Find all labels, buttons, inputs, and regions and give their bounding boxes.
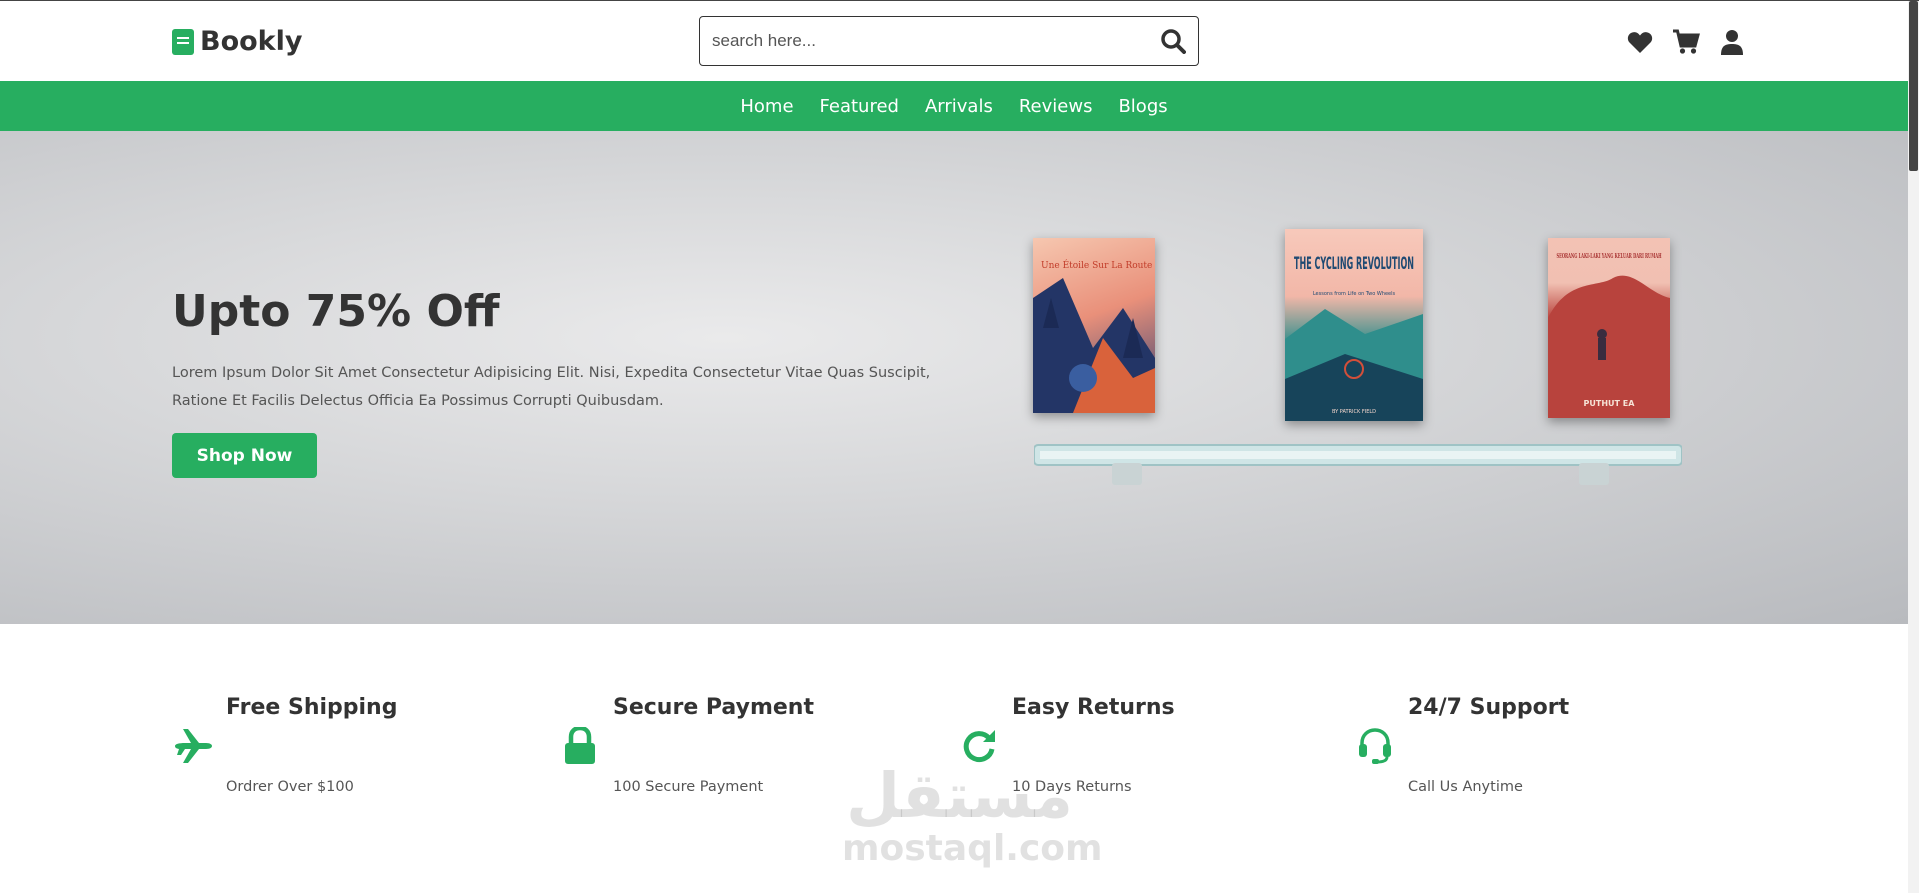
book-3-author: PUTHUT EA	[1584, 399, 1636, 408]
feature-subtitle: Ordrer Over $100	[226, 779, 354, 795]
watermark-logo: مستقل mostaql.com	[842, 759, 1103, 869]
main-nav: Home Featured Arrivals Reviews Blogs	[0, 81, 1908, 131]
cart-icon[interactable]	[1672, 28, 1700, 56]
feature-title: Secure Payment	[613, 695, 814, 720]
book-2-author: BY PATRICK FIELD	[1332, 409, 1376, 415]
search-input[interactable]	[700, 17, 1148, 65]
book-cover-1[interactable]: Une Étoile Sur La Route	[1033, 238, 1155, 413]
site-header: Bookly	[0, 1, 1908, 81]
headset-icon	[1354, 725, 1396, 767]
search-icon[interactable]	[1148, 16, 1198, 66]
book-2-title: THE CYCLING REVOLUTION	[1294, 254, 1414, 274]
nav-item-blogs[interactable]: Blogs	[1118, 96, 1167, 117]
feature-subtitle: Call Us Anytime	[1408, 779, 1523, 795]
feature-title: Easy Returns	[1012, 695, 1175, 720]
nav-item-arrivals[interactable]: Arrivals	[925, 96, 993, 117]
brand-name: Bookly	[200, 26, 303, 57]
nav-item-reviews[interactable]: Reviews	[1019, 96, 1093, 117]
glass-shelf	[1034, 444, 1682, 485]
feature-title: Free Shipping	[226, 695, 398, 720]
lock-icon	[559, 725, 601, 767]
book-1-title: Une Étoile Sur La Route	[1041, 259, 1152, 271]
hero-title: Upto 75% Off	[172, 286, 500, 337]
book-cover-2[interactable]: THE CYCLING REVOLUTION Lessons from Life…	[1285, 229, 1423, 421]
feature-title: 24/7 Support	[1408, 695, 1570, 720]
page-scrollbar[interactable]	[1908, 1, 1919, 893]
book-icon	[172, 28, 194, 55]
header-icons	[1626, 28, 1746, 56]
shop-now-button[interactable]: Shop Now	[172, 433, 317, 478]
feature-subtitle: 100 Secure Payment	[613, 779, 764, 795]
hero-banner: Upto 75% Off Lorem Ipsum Dolor Sit Amet …	[0, 131, 1908, 624]
scrollbar-thumb[interactable]	[1909, 1, 1918, 171]
book-cover-3[interactable]: SEORANG LAKI-LAKI YANG KELUAR DARI RUMAH…	[1548, 238, 1670, 418]
heart-icon[interactable]	[1626, 28, 1654, 56]
search-form	[699, 16, 1199, 66]
nav-item-featured[interactable]: Featured	[820, 96, 899, 117]
watermark-latin: mostaql.com	[842, 828, 1103, 869]
hero-description: Lorem Ipsum Dolor Sit Amet Consectetur A…	[172, 365, 931, 409]
brand-logo[interactable]: Bookly	[172, 26, 303, 57]
plane-icon	[172, 725, 214, 767]
book-2-subtitle: Lessons from Life on Two Wheels	[1313, 291, 1396, 297]
watermark-arabic: مستقل	[846, 759, 1073, 832]
book-3-title: SEORANG LAKI-LAKI YANG KELUAR DARI RUMAH	[1557, 253, 1662, 260]
nav-item-home[interactable]: Home	[740, 96, 793, 117]
user-icon[interactable]	[1718, 28, 1746, 56]
